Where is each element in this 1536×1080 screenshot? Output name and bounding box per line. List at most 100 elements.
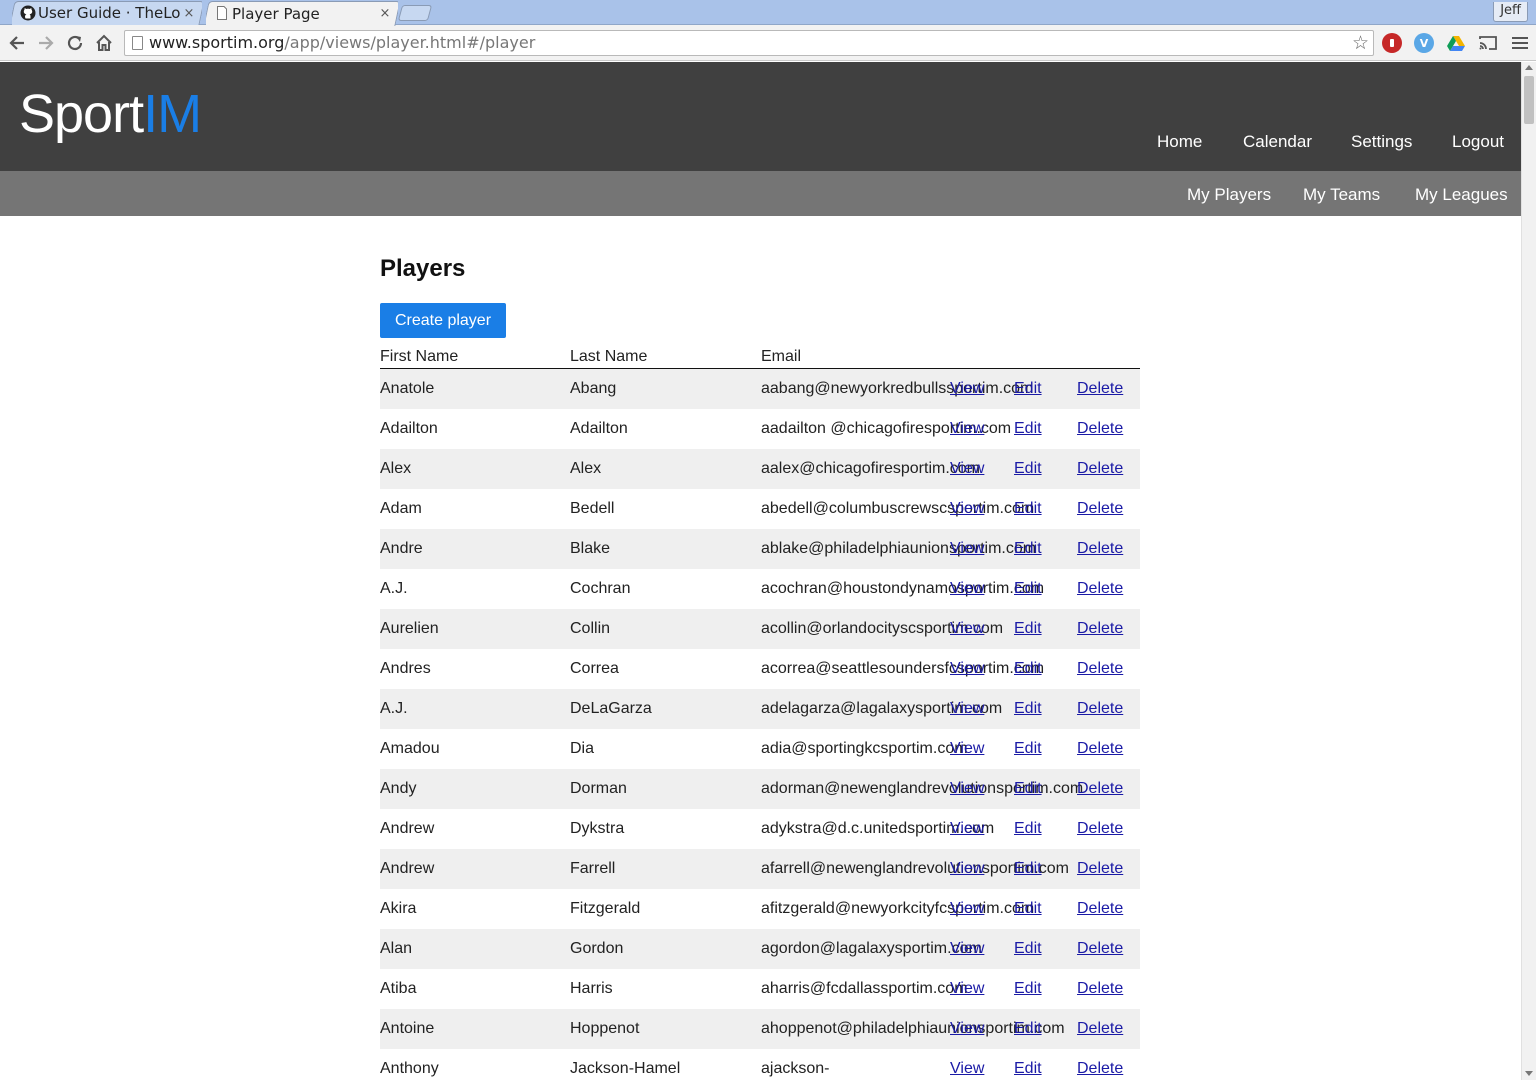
view-link[interactable]: View (950, 1060, 984, 1078)
menu-icon[interactable] (1510, 33, 1530, 53)
delete-link[interactable]: Delete (1077, 620, 1123, 638)
tab-close-icon[interactable]: × (378, 6, 392, 21)
delete-link[interactable]: Delete (1077, 900, 1123, 918)
delete-link[interactable]: Delete (1077, 580, 1123, 598)
edit-link[interactable]: Edit (1014, 900, 1042, 918)
edit-link[interactable]: Edit (1014, 420, 1042, 438)
site-logo[interactable]: SportIM (19, 84, 202, 144)
email-cell: agordon@lagalaxysportim.com (761, 940, 982, 957)
delete-link[interactable]: Delete (1077, 860, 1123, 878)
view-link[interactable]: View (950, 940, 984, 958)
delete-link[interactable]: Delete (1077, 780, 1123, 798)
table-row: Alex Alex aalex@chicagofiresportim.com View… (380, 449, 1140, 489)
scroll-thumb[interactable] (1524, 76, 1534, 124)
delete-link[interactable]: Delete (1077, 380, 1123, 398)
edit-link[interactable]: Edit (1014, 940, 1042, 958)
site-header: SportIM Home Calendar Settings Logout (0, 62, 1521, 171)
address-bar[interactable]: www.sportim.org/app/views/player.html#/p… (124, 30, 1374, 56)
delete-link[interactable]: Delete (1077, 660, 1123, 678)
delete-link[interactable]: Delete (1077, 700, 1123, 718)
nav-settings[interactable]: Settings (1351, 132, 1412, 152)
edit-link[interactable]: Edit (1014, 820, 1042, 838)
last-name-cell: Alex (570, 460, 602, 477)
adblock-extension-icon[interactable] (1382, 33, 1402, 53)
view-link[interactable]: View (950, 780, 984, 798)
delete-link[interactable]: Delete (1077, 740, 1123, 758)
vimeo-extension-icon[interactable]: V (1414, 33, 1434, 53)
last-name-cell: Correa (570, 660, 619, 677)
scroll-up-arrow-icon[interactable] (1525, 65, 1533, 70)
edit-link[interactable]: Edit (1014, 740, 1042, 758)
view-link[interactable]: View (950, 900, 984, 918)
edit-link[interactable]: Edit (1014, 500, 1042, 518)
view-link[interactable]: View (950, 500, 984, 518)
cast-icon[interactable] (1478, 33, 1498, 53)
last-name-cell: Gordon (570, 940, 624, 957)
subnav-my-leagues[interactable]: My Leagues (1415, 185, 1508, 205)
table-row: A.J. Cochran acochran@houstondynamosportim… (380, 569, 1140, 609)
browser-toolbar: www.sportim.org/app/views/player.html#/p… (0, 25, 1536, 61)
delete-link[interactable]: Delete (1077, 500, 1123, 518)
view-link[interactable]: View (950, 660, 984, 678)
delete-link[interactable]: Delete (1077, 1060, 1123, 1078)
view-link[interactable]: View (950, 380, 984, 398)
edit-link[interactable]: Edit (1014, 1020, 1042, 1038)
view-link[interactable]: View (950, 420, 984, 438)
view-link[interactable]: View (950, 860, 984, 878)
delete-link[interactable]: Delete (1077, 820, 1123, 838)
view-link[interactable]: View (950, 460, 984, 478)
edit-link[interactable]: Edit (1014, 580, 1042, 598)
delete-link[interactable]: Delete (1077, 980, 1123, 998)
edit-link[interactable]: Edit (1014, 380, 1042, 398)
new-tab-button[interactable] (397, 5, 433, 21)
email-cell: abedell@columbuscrewscsportim.com (761, 500, 1035, 517)
view-link[interactable]: View (950, 980, 984, 998)
view-link[interactable]: View (950, 580, 984, 598)
edit-link[interactable]: Edit (1014, 1060, 1042, 1078)
delete-link[interactable]: Delete (1077, 460, 1123, 478)
edit-link[interactable]: Edit (1014, 620, 1042, 638)
view-link[interactable]: View (950, 620, 984, 638)
view-link[interactable]: View (950, 700, 984, 718)
edit-link[interactable]: Edit (1014, 660, 1042, 678)
edit-link[interactable]: Edit (1014, 460, 1042, 478)
view-link[interactable]: View (950, 740, 984, 758)
profile-button[interactable]: Jeff (1493, 2, 1528, 22)
page-scrollbar[interactable] (1521, 62, 1536, 1080)
star-icon[interactable]: ☆ (1352, 31, 1369, 55)
home-icon[interactable] (92, 31, 116, 55)
tab-title: User Guide · TheLo (38, 4, 181, 22)
delete-link[interactable]: Delete (1077, 940, 1123, 958)
subnav-my-players[interactable]: My Players (1187, 185, 1271, 205)
table-row: Alan Gordon agordon@lagalaxysportim.com Vie… (380, 929, 1140, 969)
first-name-cell: Andrew (380, 860, 435, 877)
edit-link[interactable]: Edit (1014, 540, 1042, 558)
back-icon[interactable] (5, 31, 29, 55)
forward-icon[interactable] (34, 31, 58, 55)
view-link[interactable]: View (950, 540, 984, 558)
google-drive-icon[interactable] (1446, 33, 1466, 53)
first-name-cell: Alan (380, 940, 413, 957)
delete-link[interactable]: Delete (1077, 1020, 1123, 1038)
tab-close-icon[interactable]: × (182, 6, 196, 21)
create-player-button[interactable]: Create player (380, 303, 506, 338)
reload-icon[interactable] (63, 31, 87, 55)
nav-calendar[interactable]: Calendar (1243, 132, 1312, 152)
delete-link[interactable]: Delete (1077, 540, 1123, 558)
delete-link[interactable]: Delete (1077, 420, 1123, 438)
edit-link[interactable]: Edit (1014, 700, 1042, 718)
nav-logout[interactable]: Logout (1452, 132, 1504, 152)
sub-navigation: My Players My Teams My Leagues (0, 171, 1521, 216)
edit-link[interactable]: Edit (1014, 860, 1042, 878)
scroll-down-arrow-icon[interactable] (1525, 1071, 1533, 1076)
browser-tab-player-page[interactable]: Player Page × (206, 1, 398, 26)
subnav-my-teams[interactable]: My Teams (1303, 185, 1380, 205)
edit-link[interactable]: Edit (1014, 980, 1042, 998)
nav-home[interactable]: Home (1157, 132, 1202, 152)
first-name-cell: Anthony (380, 1060, 439, 1077)
edit-link[interactable]: Edit (1014, 780, 1042, 798)
view-link[interactable]: View (950, 1020, 984, 1038)
view-link[interactable]: View (950, 820, 984, 838)
browser-tab-user-guide[interactable]: User Guide · TheLo × (12, 1, 202, 25)
last-name-cell: Blake (570, 540, 611, 557)
